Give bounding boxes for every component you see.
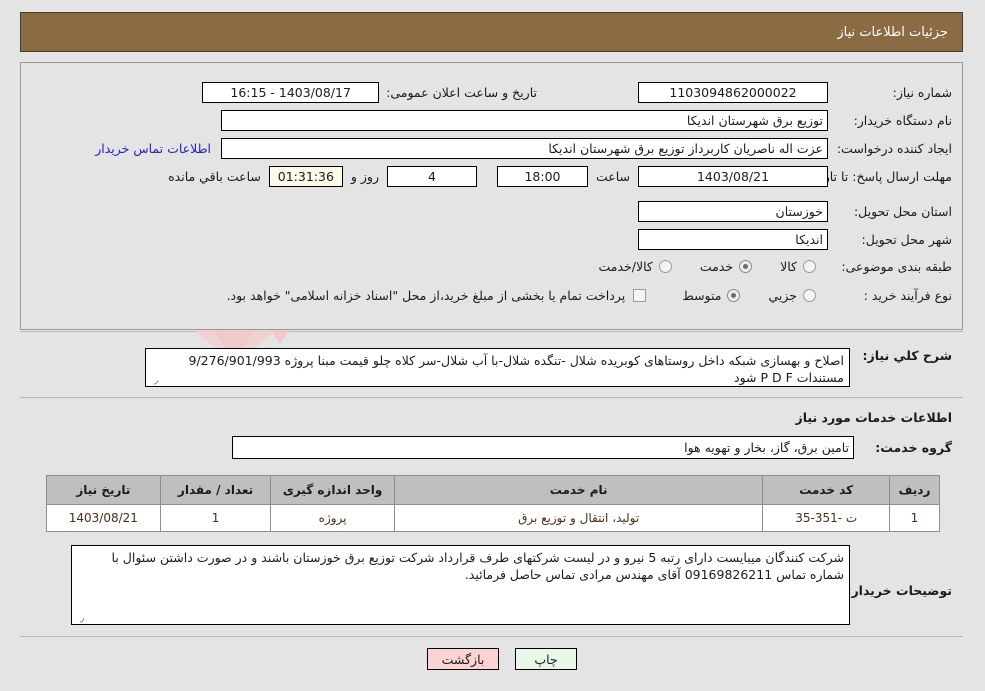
services-table: ردیف کد خدمت نام خدمت واحد اندازه گیری ت… xyxy=(46,475,941,532)
process-option-motevaset[interactable]: متوسط xyxy=(682,288,741,303)
time-remaining-label: ساعت باقي مانده xyxy=(168,169,261,184)
days-remaining-label: روز و xyxy=(350,169,379,184)
service-group-row: گروه خدمت: تامین برق، گاز، بخار و تهویه … xyxy=(232,436,952,459)
announce-datetime-field[interactable]: 1403/08/17 - 16:15 xyxy=(202,82,380,103)
deadline-hour-field[interactable]: 18:00 xyxy=(496,166,588,187)
city-row: شهر محل تحویل: اندیکا xyxy=(638,229,952,250)
description-label: شرح کلي نیاز: xyxy=(862,348,952,363)
city-label: شهر محل تحویل: xyxy=(861,232,952,247)
description-text: اصلاح و بهسازی شبکه داخل روستاهای کوبرید… xyxy=(188,353,844,385)
buyer-notes-textarea[interactable]: شرکت کنندگان میبایست دارای رتبه 5 نیرو و… xyxy=(71,545,850,625)
creator-field[interactable]: عزت اله ناصریان کاربرداز توزیع برق شهرست… xyxy=(221,138,828,159)
resize-grip-notes-icon[interactable]: ◞ xyxy=(74,612,84,623)
page-title: جزئیات اطلاعات نیاز xyxy=(837,24,948,40)
deadline-row: مهلت ارسال پاسخ: تا تاریخ: 1403/08/21 سا… xyxy=(168,166,952,187)
province-row: استان محل تحویل: خوزستان xyxy=(638,201,952,222)
buyer-notes-label: توضیحات خریدار: xyxy=(846,583,952,598)
creator-row: ایجاد کننده درخواست: عزت اله ناصریان کار… xyxy=(95,138,952,159)
category-row: طبقه بندی موضوعی: کالا خدمت کالا/خدمت xyxy=(598,259,952,274)
cell-quantity: 1 xyxy=(159,504,272,532)
treasury-checkbox-label: پرداخت تمام یا بخشی از مبلغ خرید،از محل … xyxy=(226,288,626,303)
treasury-checkbox[interactable] xyxy=(633,289,647,302)
cell-unit: پروژه xyxy=(270,504,395,532)
service-group-label: گروه خدمت: xyxy=(875,440,952,455)
need-number-field[interactable]: 1103094862000022 xyxy=(638,82,828,103)
buyer-org-label: نام دستگاه خریدار: xyxy=(853,113,952,128)
service-group-field[interactable]: تامین برق، گاز، بخار و تهویه هوا xyxy=(232,436,854,459)
announce-datetime-label: تاریخ و ساعت اعلان عمومی: xyxy=(386,85,537,100)
deadline-hour-label: ساعت xyxy=(595,169,630,184)
col-unit: واحد اندازه گیری xyxy=(270,475,395,505)
category-option-kala[interactable]: کالا xyxy=(780,259,816,274)
page-title-bar: جزئیات اطلاعات نیاز xyxy=(20,12,963,52)
radio-khedmat-icon[interactable] xyxy=(739,260,753,273)
province-label: استان محل تحویل: xyxy=(853,204,952,219)
col-service-name: نام خدمت xyxy=(393,475,764,505)
back-button[interactable]: بازگشت xyxy=(427,648,499,670)
process-label: نوع فرآیند خرید : xyxy=(863,288,952,303)
divider-top xyxy=(20,331,963,332)
category-option-kala-khedmat-label: کالا/خدمت xyxy=(598,259,653,274)
buyer-notes-row: توضیحات خریدار: xyxy=(846,583,952,598)
cell-need-date: 1403/08/21 xyxy=(46,504,161,532)
services-table-head: ردیف کد خدمت نام خدمت واحد اندازه گیری ت… xyxy=(46,475,941,505)
deadline-label: مهلت ارسال پاسخ: تا تاریخ: xyxy=(807,169,952,184)
col-service-code: کد خدمت xyxy=(762,475,890,505)
cell-service-name: تولید، انتقال و توزیع برق xyxy=(393,504,764,532)
process-option-jozee[interactable]: جزیي xyxy=(768,288,816,303)
category-option-kala-khedmat[interactable]: کالا/خدمت xyxy=(598,259,672,274)
buyer-notes-text: شرکت کنندگان میبایست دارای رتبه 5 نیرو و… xyxy=(111,550,844,582)
need-number-label: شماره نیاز: xyxy=(892,85,952,100)
table-row[interactable]: 1 ت -351-35 تولید، انتقال و توزیع برق پر… xyxy=(46,504,941,532)
buyer-org-row: نام دستگاه خریدار: توزیع برق شهرستان اند… xyxy=(221,110,952,131)
table-header-row: ردیف کد خدمت نام خدمت واحد اندازه گیری ت… xyxy=(46,475,941,505)
category-label: طبقه بندی موضوعی: xyxy=(841,259,952,274)
print-button[interactable]: چاپ xyxy=(515,648,577,670)
cell-service-code: ت -351-35 xyxy=(762,504,890,532)
description-row: شرح کلي نیاز: xyxy=(852,348,952,363)
radio-kala-icon[interactable] xyxy=(803,260,816,273)
treasury-checkbox-group[interactable]: پرداخت تمام یا بخشی از مبلغ خرید،از محل … xyxy=(227,288,647,303)
city-field[interactable]: اندیکا xyxy=(638,229,828,250)
process-row: نوع فرآیند خرید : جزیي متوسط پرداخت تمام… xyxy=(227,288,952,303)
resize-grip-icon[interactable]: ◞ xyxy=(148,374,158,385)
services-section-title: اطلاعات خدمات مورد نیاز xyxy=(795,410,953,425)
radio-jozee-icon[interactable] xyxy=(803,289,816,302)
divider-desc xyxy=(20,397,963,398)
category-option-khedmat[interactable]: خدمت xyxy=(699,259,753,274)
services-table-body: 1 ت -351-35 تولید، انتقال و توزیع برق پر… xyxy=(46,504,941,532)
need-number-row: شماره نیاز: 1103094862000022 xyxy=(638,82,952,103)
province-field[interactable]: خوزستان xyxy=(638,201,828,222)
announce-datetime-row: تاریخ و ساعت اعلان عمومی: 1403/08/17 - 1… xyxy=(202,82,537,103)
buyer-org-field[interactable]: توزیع برق شهرستان اندیکا xyxy=(221,110,828,131)
col-need-date: تاریخ نیاز xyxy=(46,475,161,505)
creator-label: ایجاد کننده درخواست: xyxy=(836,141,952,156)
process-option-jozee-label: جزیي xyxy=(768,288,797,303)
category-option-khedmat-label: خدمت xyxy=(699,259,734,274)
col-index: ردیف xyxy=(888,475,941,505)
radio-kala-khedmat-icon[interactable] xyxy=(658,260,672,273)
radio-motevaset-icon[interactable] xyxy=(727,289,741,302)
cell-index: 1 xyxy=(888,504,941,532)
description-textarea[interactable]: اصلاح و بهسازی شبکه داخل روستاهای کوبرید… xyxy=(145,348,850,387)
category-option-kala-label: کالا xyxy=(780,259,797,274)
time-remaining-field[interactable]: 01:31:36 xyxy=(268,166,343,187)
days-remaining-field[interactable]: 4 xyxy=(386,166,477,187)
col-quantity: تعداد / مقدار xyxy=(159,475,272,505)
process-option-motevaset-label: متوسط xyxy=(682,288,722,303)
divider-bottom xyxy=(20,636,963,637)
deadline-date-field[interactable]: 1403/08/21 xyxy=(638,166,828,187)
buyer-contact-link[interactable]: اطلاعات تماس خریدار xyxy=(95,141,211,156)
page-root: AriaTender.net جزئیات اطلاعات نیاز شماره… xyxy=(0,0,985,691)
